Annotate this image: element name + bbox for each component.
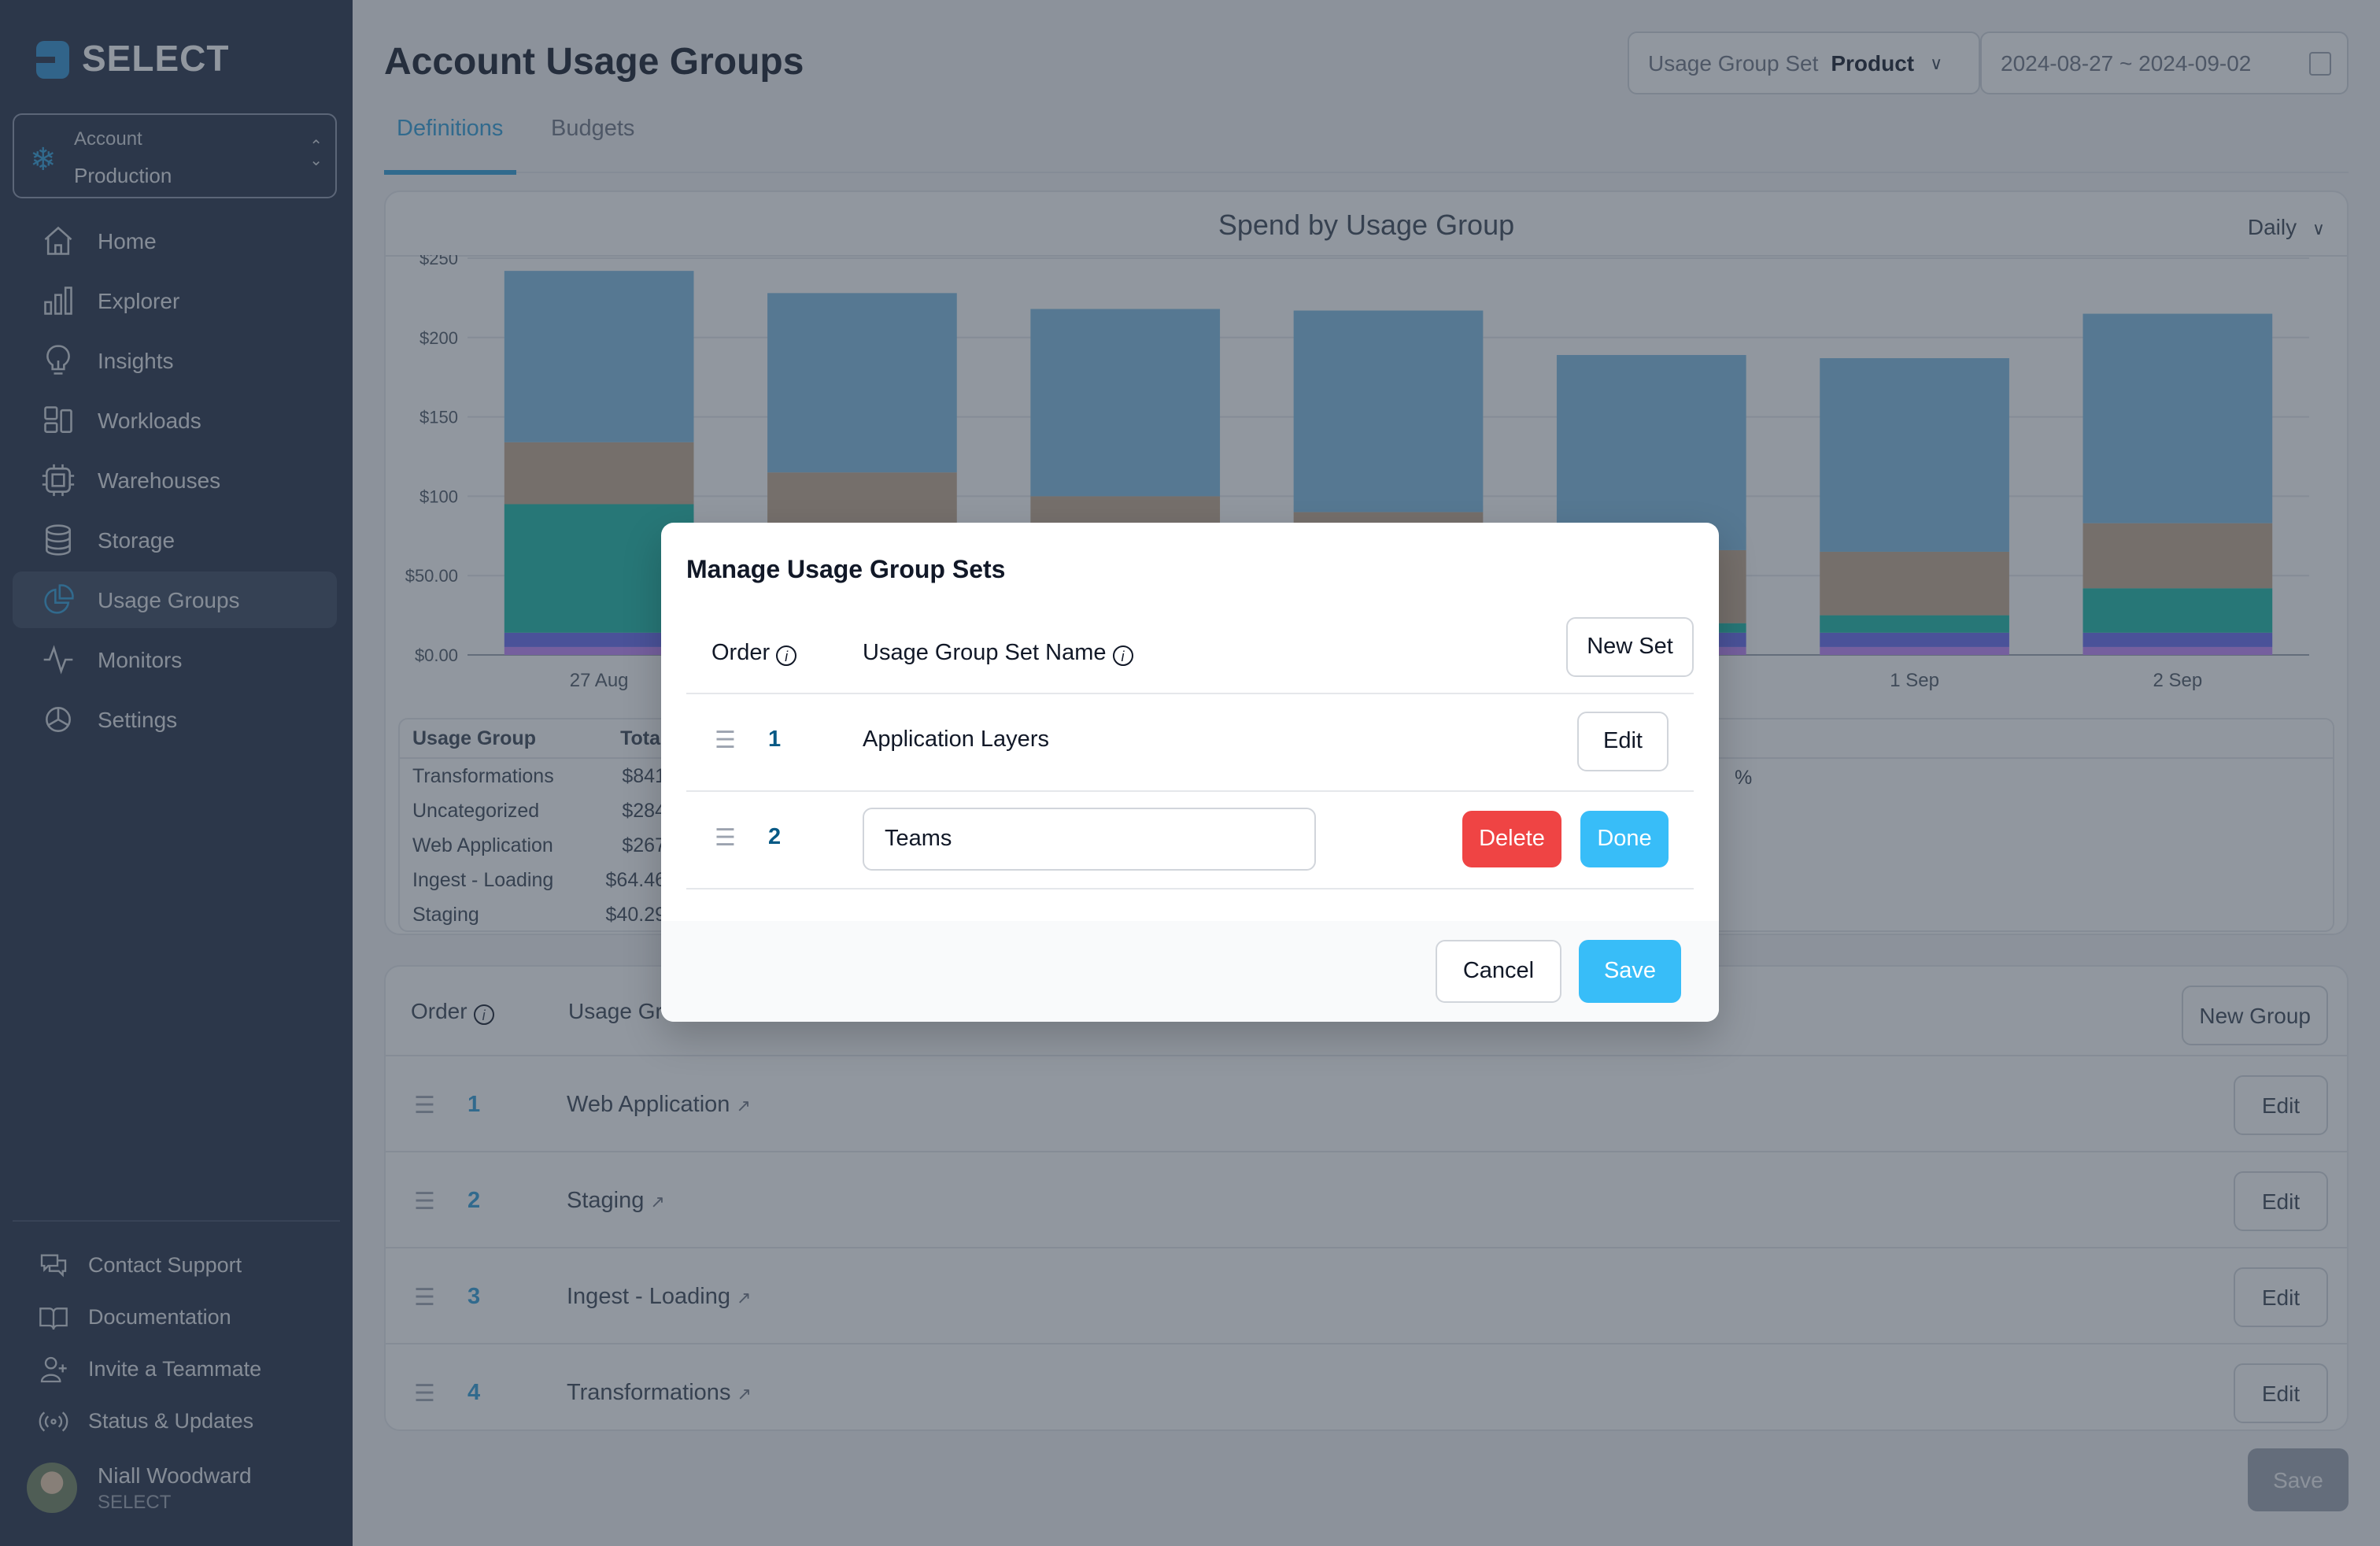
- set-name: Application Layers: [863, 727, 1049, 753]
- modal-save-button[interactable]: Save: [1579, 940, 1681, 1003]
- delete-set-button[interactable]: Delete: [1462, 811, 1561, 867]
- app-root: SELECT ❄ Account Production ⌃⌄ Home Expl…: [0, 0, 2380, 1546]
- info-icon[interactable]: i: [1112, 645, 1133, 666]
- modal-footer: Cancel Save: [661, 921, 1719, 1022]
- order-header: Orderi: [711, 641, 797, 666]
- manage-usage-group-sets-modal: Manage Usage Group Sets Order i Usage Gro…: [661, 523, 1719, 1022]
- modal-table-header: Order i Usage Group Set Name i New Set: [686, 617, 1694, 694]
- set-order: 2: [768, 825, 782, 850]
- drag-handle-icon[interactable]: ☰: [715, 823, 736, 852]
- done-button[interactable]: Done: [1580, 811, 1669, 867]
- info-icon[interactable]: i: [776, 645, 797, 666]
- new-set-button[interactable]: New Set: [1566, 617, 1694, 677]
- set-row: ☰ 1 Application Layers Edit: [686, 694, 1694, 792]
- drag-handle-icon[interactable]: ☰: [715, 726, 736, 754]
- edit-set-button[interactable]: Edit: [1577, 712, 1669, 771]
- cancel-button[interactable]: Cancel: [1436, 940, 1561, 1003]
- set-name-header: Usage Group Set Name i: [863, 641, 1133, 666]
- set-row: ☰ 2 Delete Done: [686, 792, 1694, 890]
- set-order: 1: [768, 727, 782, 753]
- set-name-input[interactable]: [863, 808, 1316, 871]
- modal-title: Manage Usage Group Sets: [686, 557, 1006, 584]
